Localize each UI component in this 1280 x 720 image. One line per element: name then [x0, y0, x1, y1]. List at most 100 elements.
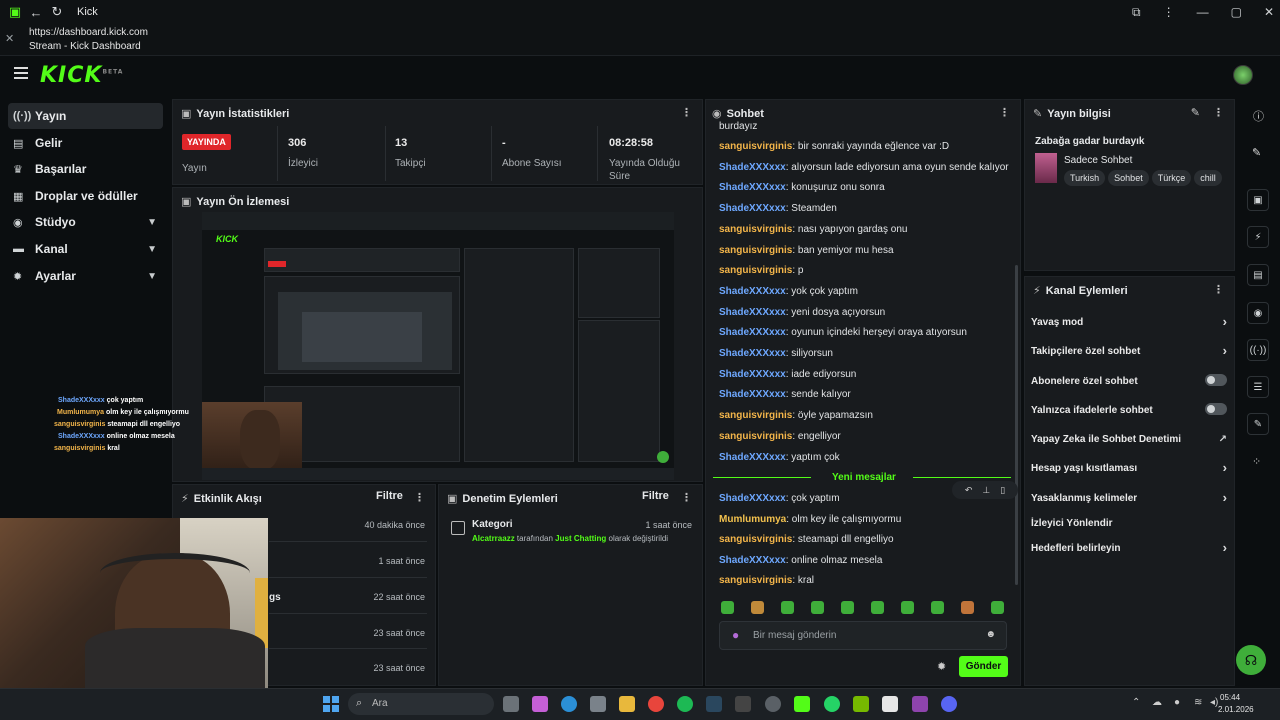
app-icon[interactable]: [882, 696, 898, 712]
emote-icon[interactable]: [901, 601, 914, 614]
chat-username[interactable]: ShadeXXXxxx: [719, 327, 786, 338]
chat-username[interactable]: ShadeXXXxxx: [719, 452, 786, 463]
more-icon[interactable]: ⋮: [414, 491, 425, 504]
chat-username[interactable]: sanguisvirginis: [719, 431, 792, 442]
wifi-icon[interactable]: ≋: [1194, 697, 1202, 708]
discord-icon[interactable]: [941, 696, 957, 712]
action-banned-words[interactable]: Yasaklanmış kelimeler ›: [1031, 490, 1227, 505]
rail-button-preview[interactable]: ▣: [1247, 189, 1269, 211]
rail-button-activity[interactable]: ▤: [1247, 264, 1269, 286]
sidebar-item-gelir[interactable]: ▤ Gelir: [8, 130, 163, 156]
sidebar-item-studyo[interactable]: ◉ Stüdyo ▼: [8, 209, 163, 235]
tag[interactable]: Sohbet: [1108, 170, 1149, 186]
app-icon[interactable]: [735, 696, 751, 712]
hamburger-icon[interactable]: [14, 67, 28, 79]
spotify-icon[interactable]: [677, 696, 693, 712]
kick-logo[interactable]: KICKBETA: [40, 63, 123, 88]
chat-username[interactable]: ShadeXXXxxx: [719, 307, 786, 318]
menu-icon[interactable]: ⋮: [1163, 5, 1175, 19]
emoji-icon[interactable]: ☻: [985, 629, 996, 640]
emote-icon[interactable]: [781, 601, 794, 614]
pencil-icon[interactable]: ✎: [1252, 146, 1261, 159]
taskbar-search[interactable]: ⌕ Ara: [348, 693, 494, 715]
emote-icon[interactable]: [841, 601, 854, 614]
chat-username[interactable]: ShadeXXXxxx: [719, 162, 786, 173]
subscribers-only-toggle[interactable]: [1205, 374, 1227, 386]
action-goals[interactable]: Hedefleri belirleyin ›: [1031, 540, 1227, 555]
explorer-icon[interactable]: [619, 696, 635, 712]
chat-scrollbar[interactable]: [1015, 265, 1018, 585]
chat-username[interactable]: sanguisvirginis: [719, 410, 792, 421]
chat-username[interactable]: Mumlumumya: [719, 514, 786, 525]
close-window-icon[interactable]: ✕: [1264, 5, 1274, 19]
action-raid[interactable]: İzleyici Yönlendir: [1031, 518, 1227, 529]
start-icon[interactable]: [323, 696, 339, 712]
copilot-icon[interactable]: [532, 696, 548, 712]
emote-only-toggle[interactable]: [1205, 403, 1227, 415]
mic-tray-icon[interactable]: ●: [1174, 697, 1180, 708]
url-text[interactable]: https://dashboard.kick.com: [29, 27, 148, 38]
sidebar-item-kanal[interactable]: ▬ Kanal ▼: [8, 236, 163, 262]
chat-username[interactable]: ShadeXXXxxx: [719, 182, 786, 193]
extension-icon[interactable]: ⧉: [1132, 5, 1141, 20]
chat-username[interactable]: ShadeXXXxxx: [719, 555, 786, 566]
back-icon[interactable]: ←: [27, 3, 45, 21]
emote-icon[interactable]: [991, 601, 1004, 614]
chat-username[interactable]: ShadeXXXxxx: [719, 203, 786, 214]
send-button[interactable]: Gönder: [959, 656, 1008, 677]
rail-button-broadcast[interactable]: ((·)): [1247, 339, 1269, 361]
chat-input[interactable]: ● Bir mesaj gönderin ☻: [719, 621, 1007, 650]
chat-username[interactable]: ShadeXXXxxx: [719, 286, 786, 297]
moderation-filter-button[interactable]: Filtre: [642, 490, 669, 502]
cloud-icon[interactable]: ☁: [1152, 697, 1162, 708]
rail-button-chat[interactable]: ◉: [1247, 302, 1269, 324]
rail-button-moderation[interactable]: ☰: [1247, 376, 1269, 398]
sidebar-item-ayarlar[interactable]: ✹ Ayarlar ▼: [8, 263, 163, 289]
info-icon[interactable]: ⓘ: [1253, 108, 1264, 124]
chat-settings-icon[interactable]: ✹: [937, 660, 946, 673]
user-avatar[interactable]: [1233, 65, 1253, 85]
action-ai-moderation[interactable]: Yapay Zeka ile Sohbet Denetimi ↗: [1031, 434, 1227, 445]
rail-button-actions[interactable]: ⚡: [1247, 226, 1269, 248]
whatsapp-icon[interactable]: [824, 696, 840, 712]
kick-app-icon[interactable]: [794, 696, 810, 712]
app-icon[interactable]: [765, 696, 781, 712]
tag[interactable]: Türkçe: [1151, 170, 1192, 186]
action-subscribers-only[interactable]: Abonelere özel sohbet: [1031, 374, 1227, 387]
minimize-icon[interactable]: —: [1197, 5, 1209, 19]
more-icon[interactable]: ⋮: [999, 106, 1010, 119]
chat-username[interactable]: sanguisvirginis: [719, 575, 792, 586]
apps-icon[interactable]: ⁘: [1252, 455, 1261, 468]
sidebar-item-basarilar[interactable]: ♛ Başarılar: [8, 156, 163, 182]
chat-username[interactable]: sanguisvirginis: [719, 534, 792, 545]
more-icon[interactable]: ⋮: [681, 106, 692, 119]
action-followers-only[interactable]: Takipçilere özel sohbet ›: [1031, 343, 1227, 358]
chat-username[interactable]: sanguisvirginis: [719, 265, 792, 276]
stream-preview-video[interactable]: KICK: [202, 212, 674, 480]
emote-icon[interactable]: [931, 601, 944, 614]
nvidia-icon[interactable]: [853, 696, 869, 712]
app-icon[interactable]: [912, 696, 928, 712]
emote-icon[interactable]: [961, 601, 974, 614]
chat-username[interactable]: sanguisvirginis: [719, 141, 792, 152]
action-account-age[interactable]: Hesap yaşı kısıtlaması ›: [1031, 460, 1227, 475]
chat-username[interactable]: ShadeXXXxxx: [719, 389, 786, 400]
chat-username[interactable]: ShadeXXXxxx: [719, 348, 786, 359]
reload-icon[interactable]: ↻: [48, 3, 66, 21]
chat-username[interactable]: sanguisvirginis: [719, 245, 792, 256]
emote-icon[interactable]: [871, 601, 884, 614]
more-icon[interactable]: ⋮: [681, 491, 692, 504]
edge-icon[interactable]: [561, 696, 577, 712]
action-slow-mode[interactable]: Yavaş mod ›: [1031, 314, 1227, 329]
maximize-icon[interactable]: ▢: [1231, 5, 1242, 19]
support-icon[interactable]: ☊: [1236, 645, 1266, 675]
action-emote-only[interactable]: Yalnızca ifadelerle sohbet: [1031, 403, 1227, 416]
more-icon[interactable]: ⋮: [1213, 106, 1224, 119]
close-tab-icon[interactable]: ✕: [5, 32, 14, 45]
sidebar-item-yayin[interactable]: ((·)) Yayın: [8, 103, 163, 129]
task-view-icon[interactable]: [503, 696, 519, 712]
more-icon[interactable]: ⋮: [1213, 283, 1224, 296]
chrome-icon[interactable]: [648, 696, 664, 712]
reply-icon[interactable]: ↶: [965, 485, 973, 496]
delete-icon[interactable]: ▯: [1000, 485, 1005, 496]
